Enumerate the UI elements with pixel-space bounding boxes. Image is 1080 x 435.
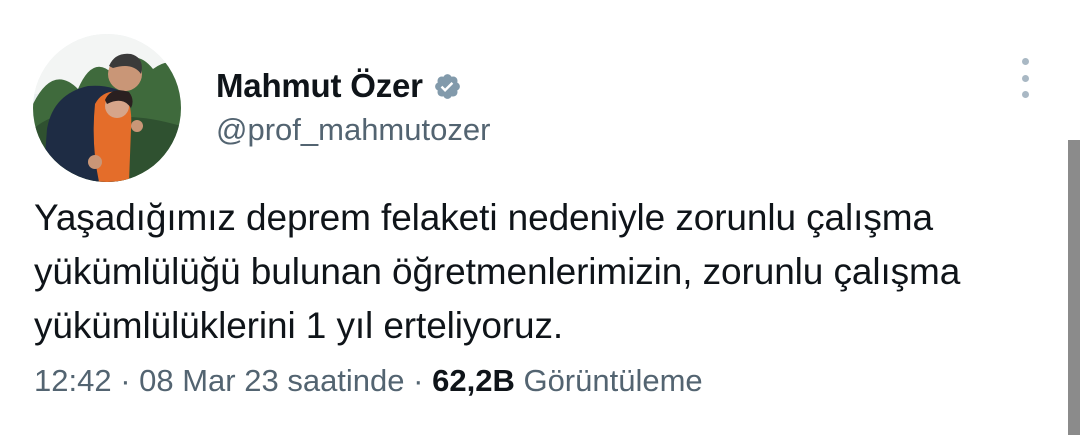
verified-badge-icon — [433, 72, 462, 101]
more-vertical-icon[interactable] — [1012, 58, 1038, 98]
author-block: Mahmut Özer @prof_mahmutozer — [216, 64, 490, 148]
more-dot — [1021, 91, 1029, 98]
tweet-date[interactable]: 08 Mar 23 saatinde — [139, 363, 404, 398]
tweet-metadata: 12:42 · 08 Mar 23 saatinde · 62,2B Görün… — [34, 363, 703, 399]
meta-separator: · — [404, 363, 433, 398]
name-row: Mahmut Özer — [216, 64, 490, 108]
display-name[interactable]: Mahmut Özer — [216, 67, 423, 105]
more-dot — [1021, 58, 1029, 65]
user-handle[interactable]: @prof_mahmutozer — [216, 112, 490, 148]
tweet-card[interactable]: Mahmut Özer @prof_mahmutozer Yaşadığımız… — [0, 0, 1080, 435]
more-dot — [1021, 74, 1029, 82]
views-count: 62,2B — [432, 363, 515, 398]
views-label: Görüntüleme — [514, 363, 703, 398]
profile-photo-icon — [33, 34, 181, 182]
tweet-text: Yaşadığımız deprem felaketi nedeniyle zo… — [34, 197, 961, 346]
scrollbar[interactable] — [1068, 140, 1080, 435]
meta-separator: · — [111, 363, 140, 398]
tweet-time[interactable]: 12:42 — [34, 363, 112, 398]
avatar[interactable] — [33, 34, 181, 182]
